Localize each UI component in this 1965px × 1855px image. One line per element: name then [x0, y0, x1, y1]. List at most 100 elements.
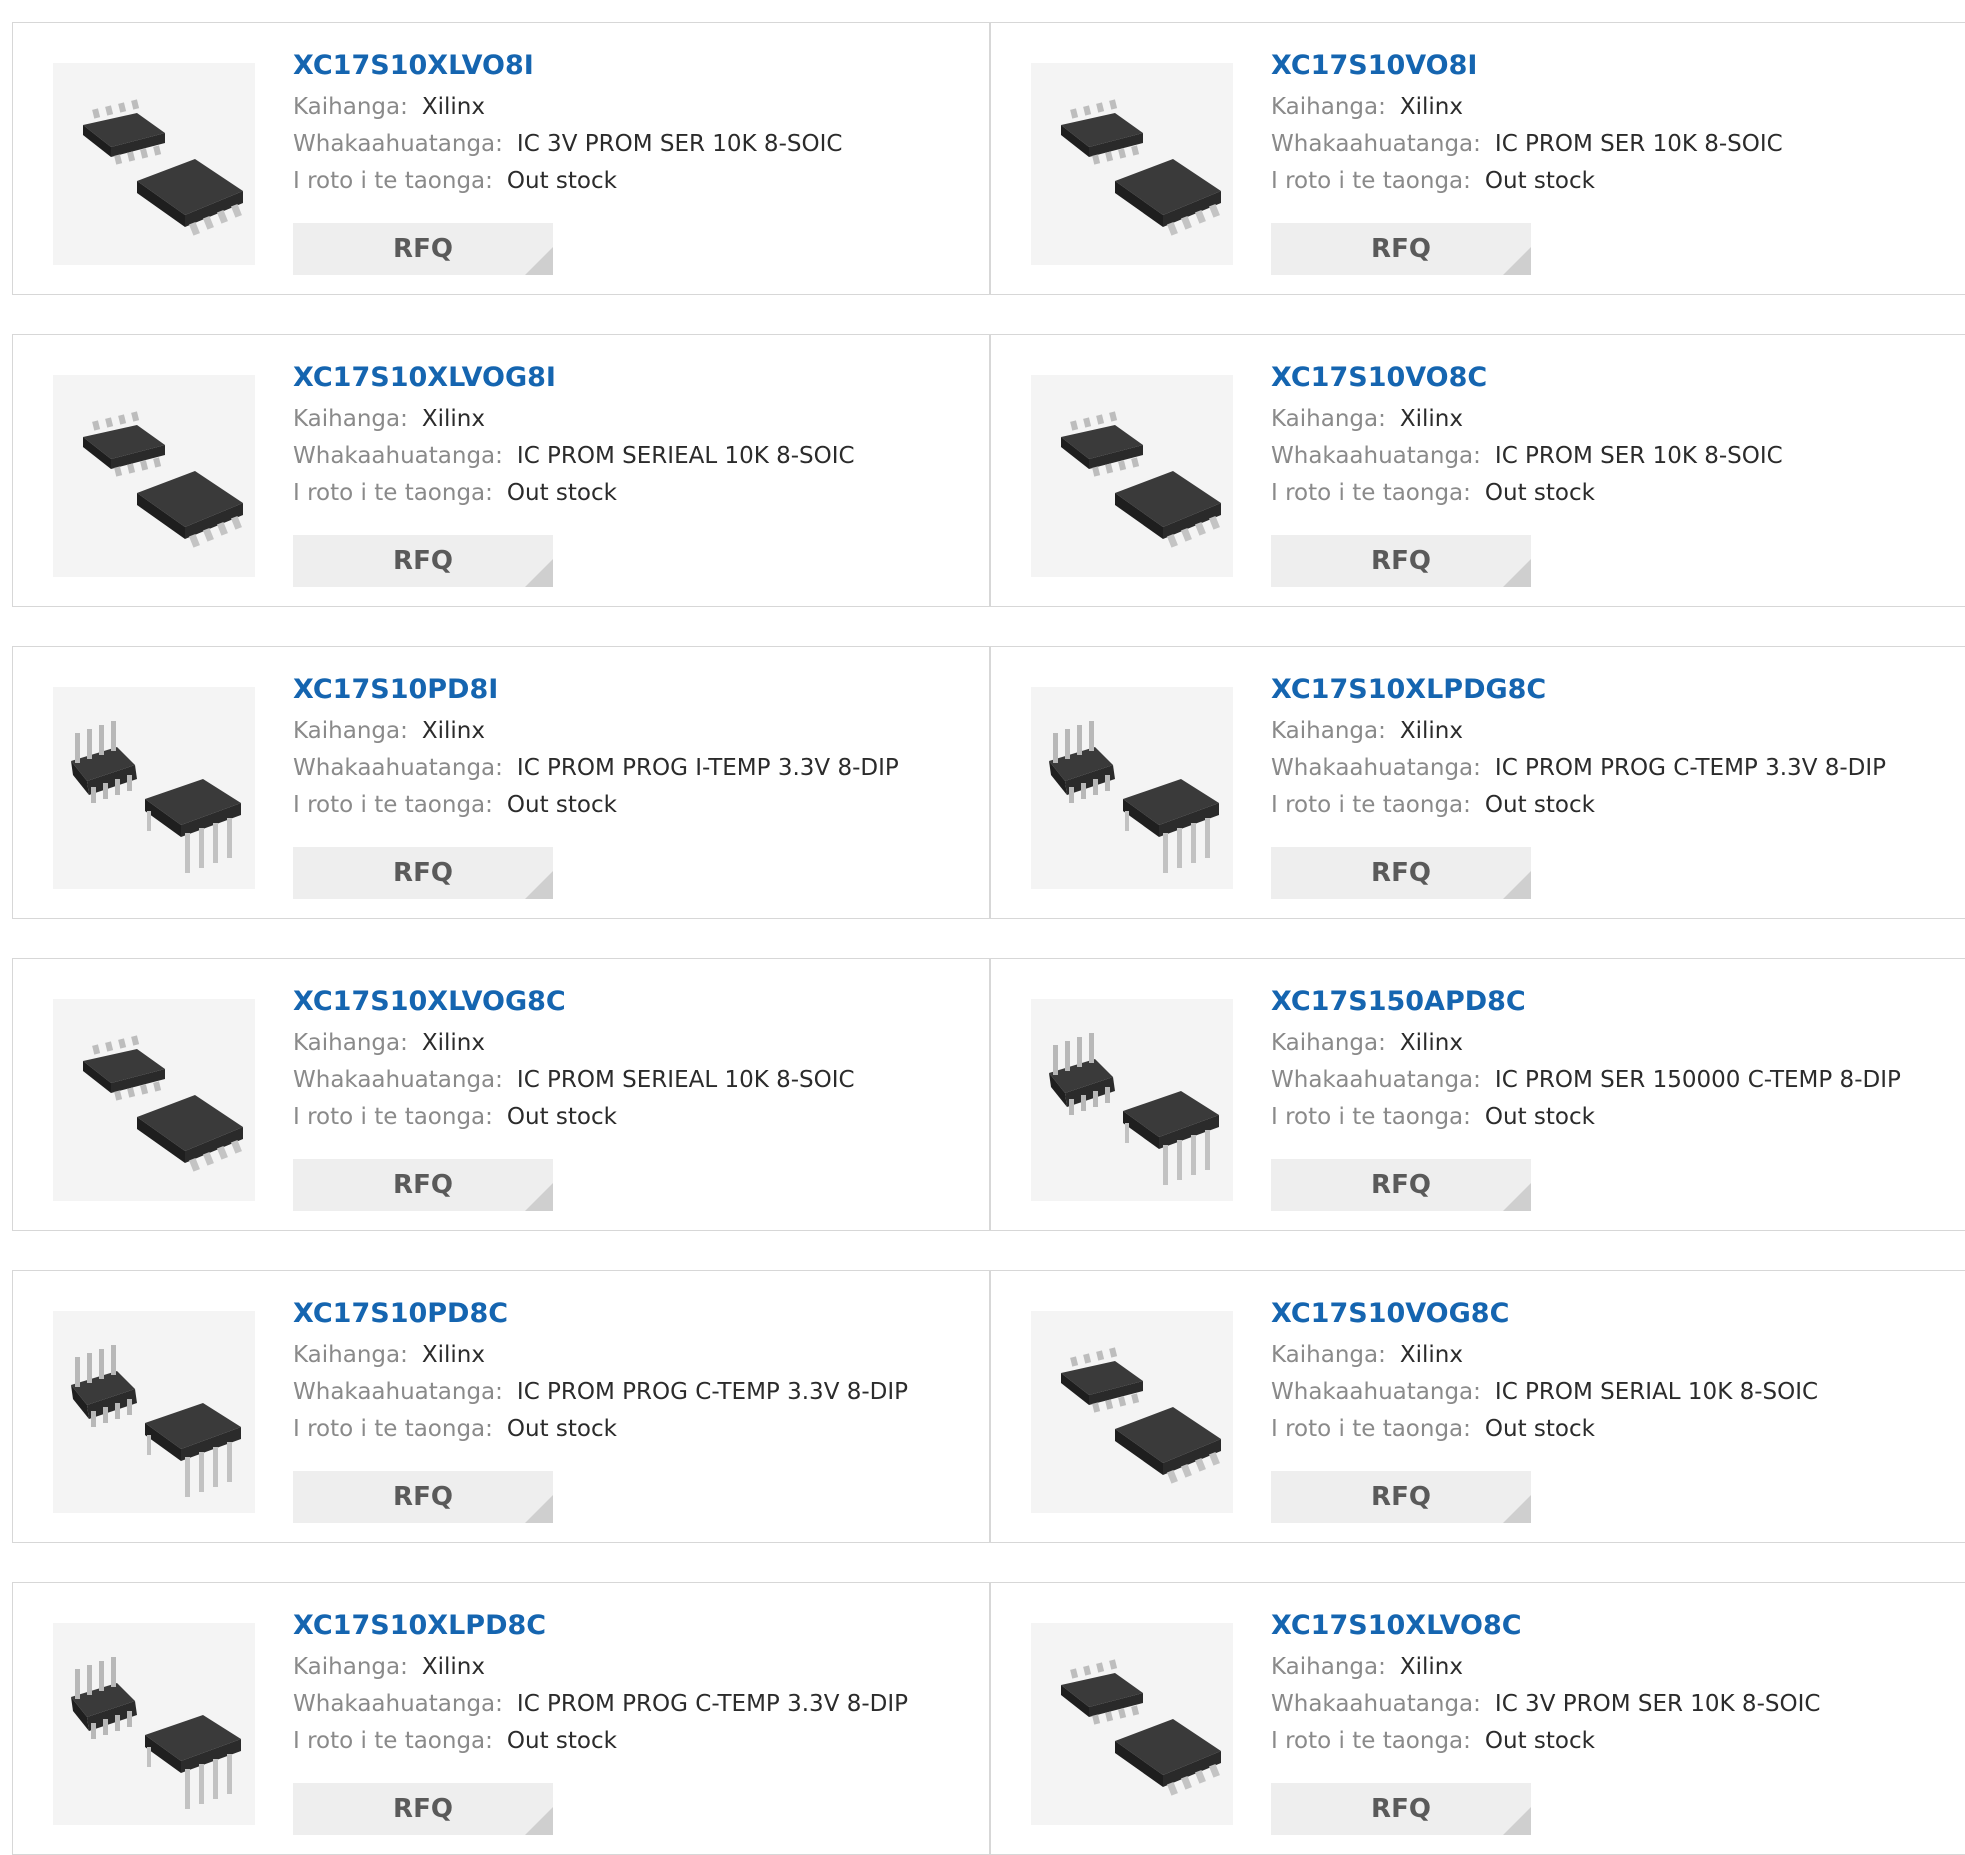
part-number-link[interactable]: XC17S150APD8C [1271, 985, 1526, 1019]
description-label: Whakaahuatanga: [293, 1067, 503, 1093]
product-info: XC17S10XLVO8I Kaihanga: Xilinx Whakaahuat… [293, 49, 979, 200]
manufacturer-row: Kaihanga: Xilinx [1271, 1025, 1957, 1062]
rfq-button[interactable]: RFQ [1271, 535, 1531, 587]
part-number-link[interactable]: XC17S10PD8C [293, 1297, 508, 1331]
product-image[interactable] [1031, 999, 1233, 1201]
rfq-button[interactable]: RFQ [293, 1471, 553, 1523]
description-value: IC PROM PROG C-TEMP 3.3V 8-DIP [516, 1691, 909, 1717]
product-image[interactable] [53, 375, 255, 577]
rfq-button[interactable]: RFQ [1271, 1471, 1531, 1523]
stock-label: I roto i te taonga: [293, 792, 493, 818]
description-row: Whakaahuatanga: IC PROM SERIEAL 10K 8-SOI… [293, 438, 979, 475]
description-value: IC PROM SERIEAL 10K 8-SOIC [516, 443, 855, 469]
manufacturer-label: Kaihanga: [1271, 1654, 1386, 1680]
stock-label: I roto i te taonga: [1271, 792, 1471, 818]
manufacturer-value: Xilinx [421, 94, 485, 120]
product-image[interactable] [1031, 375, 1233, 577]
soic-chip-icon [1061, 411, 1221, 548]
stock-label: I roto i te taonga: [293, 1728, 493, 1754]
product-image[interactable] [53, 999, 255, 1201]
manufacturer-value: Xilinx [421, 1342, 485, 1368]
product-info: XC17S10XLVO8C Kaihanga: Xilinx Whakaahuat… [1271, 1609, 1957, 1760]
stock-row: I roto i te taonga: Out stock [293, 787, 979, 824]
stock-value: Out stock [506, 1728, 617, 1754]
description-row: Whakaahuatanga: IC PROM SERIEAL 10K 8-SOI… [293, 1062, 979, 1099]
part-number-link[interactable]: XC17S10XLVO8I [293, 49, 534, 83]
manufacturer-label: Kaihanga: [293, 1030, 408, 1056]
product-image[interactable] [1031, 1311, 1233, 1513]
product-card: XC17S10XLPDG8C Kaihanga: Xilinx Whakaahua… [990, 646, 1965, 919]
rfq-button[interactable]: RFQ [293, 535, 553, 587]
stock-value: Out stock [506, 480, 617, 506]
rfq-button[interactable]: RFQ [293, 847, 553, 899]
product-info: XC17S10XLPD8C Kaihanga: Xilinx Whakaahuat… [293, 1609, 979, 1760]
description-row: Whakaahuatanga: IC PROM SER 150000 C-TEMP… [1271, 1062, 1957, 1099]
soic-chip-icon [83, 411, 243, 548]
rfq-button[interactable]: RFQ [293, 1159, 553, 1211]
description-value: IC PROM SERIEAL 10K 8-SOIC [516, 1067, 855, 1093]
part-number-link[interactable]: XC17S10XLPD8C [293, 1609, 546, 1643]
product-info: XC17S150APD8C Kaihanga: Xilinx Whakaahuat… [1271, 985, 1957, 1136]
stock-value: Out stock [1484, 168, 1595, 194]
manufacturer-row: Kaihanga: Xilinx [293, 401, 979, 438]
part-number-link[interactable]: XC17S10VOG8C [1271, 1297, 1509, 1331]
manufacturer-value: Xilinx [421, 1654, 485, 1680]
product-card: XC17S10PD8I Kaihanga: Xilinx Whakaahuatan… [12, 646, 990, 919]
description-row: Whakaahuatanga: IC PROM PROG C-TEMP 3.3V … [293, 1686, 979, 1723]
description-label: Whakaahuatanga: [293, 131, 503, 157]
stock-label: I roto i te taonga: [1271, 1416, 1471, 1442]
product-image[interactable] [1031, 687, 1233, 889]
description-label: Whakaahuatanga: [1271, 1067, 1481, 1093]
rfq-button[interactable]: RFQ [293, 223, 553, 275]
description-row: Whakaahuatanga: IC 3V PROM SER 10K 8-SOIC [293, 126, 979, 163]
product-image[interactable] [1031, 1623, 1233, 1825]
product-info: XC17S10PD8C Kaihanga: Xilinx Whakaahuatan… [293, 1297, 979, 1448]
part-number-link[interactable]: XC17S10XLPDG8C [1271, 673, 1546, 707]
stock-label: I roto i te taonga: [293, 168, 493, 194]
part-number-link[interactable]: XC17S10VO8I [1271, 49, 1477, 83]
product-card: XC17S10XLVO8C Kaihanga: Xilinx Whakaahuat… [990, 1582, 1965, 1855]
product-image[interactable] [53, 1311, 255, 1513]
manufacturer-label: Kaihanga: [293, 1654, 408, 1680]
stock-row: I roto i te taonga: Out stock [293, 1723, 979, 1760]
stock-value: Out stock [506, 1104, 617, 1130]
part-number-link[interactable]: XC17S10PD8I [293, 673, 498, 707]
rfq-button[interactable]: RFQ [1271, 223, 1531, 275]
stock-row: I roto i te taonga: Out stock [1271, 163, 1957, 200]
part-number-link[interactable]: XC17S10VO8C [1271, 361, 1487, 395]
stock-row: I roto i te taonga: Out stock [293, 475, 979, 512]
manufacturer-value: Xilinx [1399, 1654, 1463, 1680]
dip-chip-icon [71, 721, 241, 873]
soic-chip-icon [1061, 99, 1221, 236]
stock-row: I roto i te taonga: Out stock [293, 1411, 979, 1448]
description-label: Whakaahuatanga: [293, 1379, 503, 1405]
product-card: XC17S10VO8C Kaihanga: Xilinx Whakaahuatan… [990, 334, 1965, 607]
description-row: Whakaahuatanga: IC PROM SER 10K 8-SOIC [1271, 126, 1957, 163]
rfq-button[interactable]: RFQ [1271, 847, 1531, 899]
stock-label: I roto i te taonga: [1271, 1104, 1471, 1130]
product-image[interactable] [53, 1623, 255, 1825]
part-number-link[interactable]: XC17S10XLVOG8I [293, 361, 556, 395]
rfq-button[interactable]: RFQ [1271, 1159, 1531, 1211]
stock-value: Out stock [1484, 1104, 1595, 1130]
description-value: IC 3V PROM SER 10K 8-SOIC [1494, 1691, 1821, 1717]
manufacturer-value: Xilinx [1399, 1342, 1463, 1368]
part-number-link[interactable]: XC17S10XLVO8C [1271, 1609, 1522, 1643]
manufacturer-label: Kaihanga: [1271, 406, 1386, 432]
product-card: XC17S10PD8C Kaihanga: Xilinx Whakaahuatan… [12, 1270, 990, 1543]
manufacturer-label: Kaihanga: [1271, 1030, 1386, 1056]
manufacturer-label: Kaihanga: [293, 94, 408, 120]
product-card: XC17S150APD8C Kaihanga: Xilinx Whakaahuat… [990, 958, 1965, 1231]
part-number-link[interactable]: XC17S10XLVOG8C [293, 985, 566, 1019]
rfq-button[interactable]: RFQ [1271, 1783, 1531, 1835]
product-card: XC17S10XLVO8I Kaihanga: Xilinx Whakaahuat… [12, 22, 990, 295]
manufacturer-value: Xilinx [421, 1030, 485, 1056]
stock-label: I roto i te taonga: [1271, 168, 1471, 194]
rfq-button[interactable]: RFQ [293, 1783, 553, 1835]
description-value: IC PROM SER 150000 C-TEMP 8-DIP [1494, 1067, 1901, 1093]
product-image[interactable] [53, 63, 255, 265]
product-image[interactable] [53, 687, 255, 889]
manufacturer-value: Xilinx [1399, 406, 1463, 432]
manufacturer-row: Kaihanga: Xilinx [1271, 713, 1957, 750]
product-image[interactable] [1031, 63, 1233, 265]
